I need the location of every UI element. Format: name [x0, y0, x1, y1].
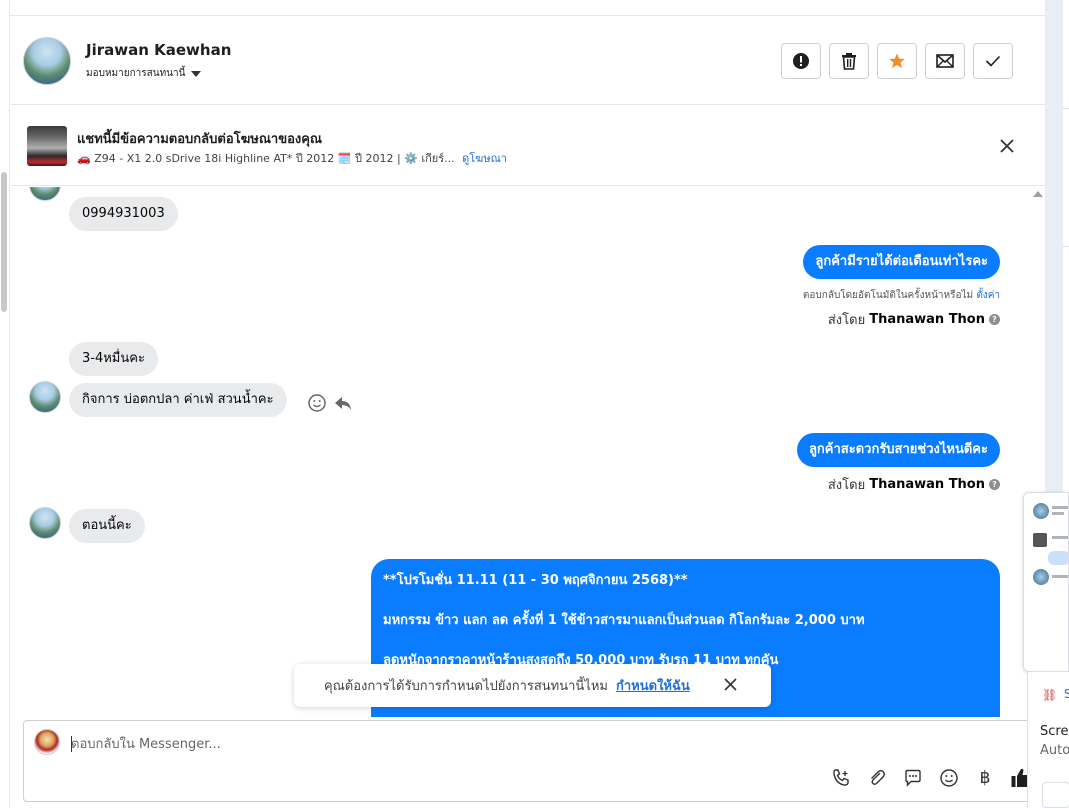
promo-line: **โปรโมชั่น 11.11 (11 - 30 พฤศจิกายน 256…: [383, 573, 688, 588]
report-button[interactable]: [781, 43, 821, 79]
conversation-header: Jirawan Kaewhan มอบหมายการสนทนานี้: [11, 17, 1045, 105]
contact-avatar-small: [29, 187, 61, 201]
chat-bubble-icon[interactable]: [902, 767, 924, 789]
emoji-icon[interactable]: [938, 767, 960, 789]
info-icon[interactable]: ?: [989, 314, 1000, 325]
paperclip-icon[interactable]: [866, 767, 888, 789]
message-composer: ฿: [23, 720, 1045, 802]
message-bubble-incoming[interactable]: ตอนนี้คะ: [69, 509, 145, 543]
close-banner-button[interactable]: [997, 136, 1017, 156]
view-ad-link[interactable]: ดูโฆษณา: [462, 152, 507, 165]
sent-by-label: ส่งโดย Thanawan Thon ?: [828, 309, 1000, 330]
assign-prompt-text: คุณต้องการได้รับการกำหนดไปยังการสนทนานี้…: [324, 679, 608, 694]
sender-name: Thanawan Thon: [869, 312, 985, 327]
message-bubble-incoming[interactable]: กิจการ บ่อตกปลา ค่าเฟ่ สวนน้ำคะ: [69, 383, 287, 417]
preview-bubble: [1048, 551, 1068, 565]
chevron-down-icon: [191, 70, 202, 77]
auto-reply-text: ตอบกลับโดยอัตโนมัติในครั้งหน้าหรือไม่: [802, 290, 974, 301]
close-icon: [724, 678, 737, 691]
preview-avatar: [1033, 503, 1049, 519]
mark-unread-button[interactable]: [925, 43, 965, 79]
sender-name: Thanawan Thon: [869, 477, 985, 492]
ad-banner-subtitle: 🚗 Z94 - X1 2.0 sDrive 18i Highline AT* ป…: [77, 149, 507, 167]
message-bubble-outgoing[interactable]: ลูกค้ามีรายได้ต่อเดือนเท่าไรคะ: [803, 245, 1000, 279]
ad-reply-banner: แชทนี้มีข้อความตอบกลับต่อโฆษณาของคุณ 🚗 Z…: [11, 106, 1045, 186]
scroll-up-arrow-icon[interactable]: [1033, 191, 1043, 197]
page-avatar: [34, 729, 60, 755]
panel-box[interactable]: [1042, 782, 1069, 808]
contact-avatar[interactable]: [23, 37, 71, 85]
star-icon: [889, 53, 905, 69]
check-icon: [985, 55, 1001, 67]
assign-prompt-toast: คุณต้องการได้รับการกำหนดไปยังการสนทนานี้…: [294, 664, 771, 707]
reply-icon[interactable]: [333, 393, 353, 413]
panel-letter: S: [1064, 687, 1069, 701]
message-bubble-outgoing[interactable]: ลูกค้าสะดวกรับสายช่วงไหนดีคะ: [796, 433, 1000, 467]
message-actions: [307, 393, 353, 413]
panel-subtitle: Auto: [1040, 743, 1069, 758]
contact-name[interactable]: Jirawan Kaewhan: [86, 41, 231, 59]
auto-reply-settings-link[interactable]: ตั้งค่า: [976, 290, 1000, 301]
minimized-chat-preview[interactable]: [1023, 492, 1069, 672]
message-thread[interactable]: 0994931003 ลูกค้ามีรายได้ต่อเดือนเท่าไรค…: [11, 187, 1031, 717]
composer-toolbar: ฿: [830, 767, 1032, 789]
info-icon[interactable]: ?: [989, 479, 1000, 490]
contact-avatar-small: [29, 507, 61, 539]
preview-thumbnail: [1033, 533, 1047, 547]
assign-to-me-link[interactable]: กำหนดให้ฉัน: [616, 675, 690, 696]
preview-line: [1052, 512, 1064, 515]
emoji-react-icon[interactable]: [307, 393, 327, 413]
phone-icon[interactable]: [830, 767, 852, 789]
exclamation-icon: [793, 53, 809, 69]
auto-reply-note: ตอบกลับโดยอัตโนมัติในครั้งหน้าหรือไม่ ตั…: [803, 288, 1000, 303]
ad-banner-title: แชทนี้มีข้อความตอบกลับต่อโฆษณาของคุณ: [77, 132, 322, 147]
left-scrollbar[interactable]: [0, 0, 10, 808]
message-bubble-incoming[interactable]: 0994931003: [69, 197, 178, 231]
promo-line: มหกรรม ข้าว แลก ลด ครั้งที่ 1 ใช้ข้าวสาร…: [383, 613, 865, 628]
top-divider: [10, 0, 1045, 16]
envelope-icon: [936, 54, 954, 68]
sent-by-prefix: ส่งโดย: [827, 313, 866, 328]
star-button[interactable]: [877, 43, 917, 79]
delete-button[interactable]: [829, 43, 869, 79]
scrollbar-thumb[interactable]: [1, 172, 7, 312]
reply-input[interactable]: [71, 733, 971, 755]
trash-icon: [842, 53, 856, 70]
close-icon: [1000, 139, 1014, 153]
sent-by-prefix: ส่งโดย: [827, 478, 866, 493]
preview-line: [1052, 536, 1068, 539]
contact-avatar-small: [29, 381, 61, 413]
side-notification-panel[interactable]: ⛓ S Scree Auto: [1027, 672, 1069, 808]
assign-label: มอบหมายการสนทนานี้: [86, 68, 186, 79]
baht-icon[interactable]: ฿: [974, 767, 996, 789]
mark-done-button[interactable]: [973, 43, 1013, 79]
assign-conversation-dropdown[interactable]: มอบหมายการสนทนานี้: [86, 66, 202, 81]
close-toast-button[interactable]: [724, 678, 737, 695]
ad-description: 🚗 Z94 - X1 2.0 sDrive 18i Highline AT* ป…: [77, 152, 455, 165]
screenshot-tool-icon: ⛓: [1042, 688, 1058, 702]
preview-line: [1052, 575, 1068, 578]
sent-by-label: ส่งโดย Thanawan Thon ?: [828, 474, 1000, 495]
message-bubble-incoming[interactable]: 3-4หมื่นคะ: [69, 342, 158, 376]
preview-avatar: [1033, 569, 1049, 585]
preview-line: [1052, 506, 1068, 509]
panel-title: Scree: [1040, 724, 1069, 739]
ad-thumbnail[interactable]: [27, 126, 67, 166]
